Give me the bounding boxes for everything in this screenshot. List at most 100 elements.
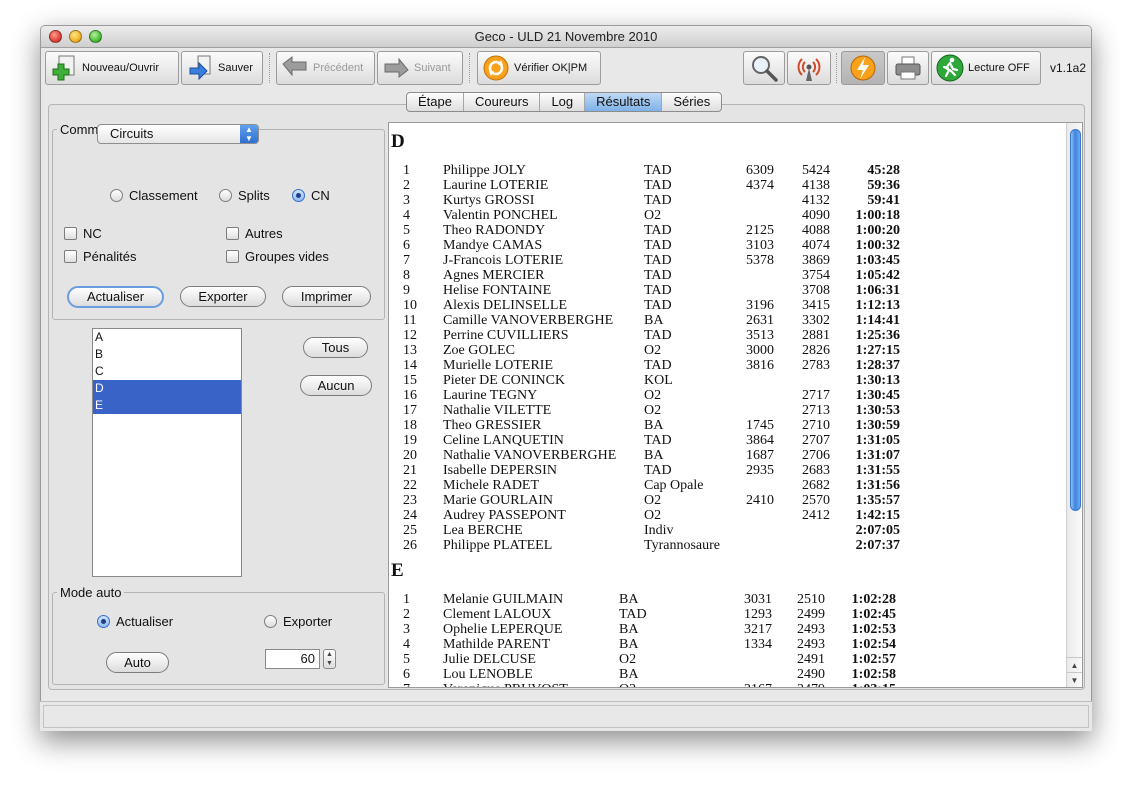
- result-club: Cap Opale: [644, 478, 704, 493]
- result-club: TAD: [644, 463, 672, 478]
- result-runner-name: Mathilde PARENT: [443, 637, 551, 652]
- radio-cn[interactable]: CN: [292, 188, 330, 203]
- search-button[interactable]: [743, 51, 785, 85]
- print-button[interactable]: [887, 51, 929, 85]
- result-row: 6 Mandye CAMAS TAD 3103 4074 1:00:32: [389, 238, 1069, 253]
- antenna-button[interactable]: [787, 51, 831, 85]
- result-runner-name: J-Francois LOTERIE: [443, 253, 564, 268]
- interval-stepper[interactable]: ▲ ▼: [323, 649, 336, 669]
- course-list[interactable]: A B C D E: [92, 328, 242, 577]
- interval-input[interactable]: 60: [265, 649, 320, 669]
- tab-coureurs[interactable]: Coureurs: [464, 93, 541, 111]
- print-results-button[interactable]: Imprimer: [282, 286, 371, 307]
- previous-button[interactable]: Précédent: [276, 51, 375, 85]
- reading-toggle-button[interactable]: Lecture OFF: [931, 51, 1041, 85]
- save-button[interactable]: Sauver: [181, 51, 263, 85]
- list-item[interactable]: A: [93, 329, 241, 346]
- result-points: 4088: [802, 223, 830, 238]
- result-points-old: 3864: [746, 433, 774, 448]
- result-points: 2570: [802, 493, 830, 508]
- results-view[interactable]: D 1 Philippe JOLY TAD 6309 5424 45:28 2 Laurine …: [388, 122, 1083, 688]
- list-item[interactable]: C: [93, 363, 241, 380]
- result-runner-name: Perrine CUVILLIERS: [443, 328, 569, 343]
- status-bar-field: [43, 705, 1089, 728]
- scrollbar-thumb[interactable]: [1070, 129, 1081, 511]
- list-item[interactable]: B: [93, 346, 241, 363]
- tab-series[interactable]: Séries: [662, 93, 721, 111]
- result-club: O2: [644, 343, 662, 358]
- checkbox-autres[interactable]: Autres: [226, 226, 283, 241]
- result-points: 4132: [802, 193, 830, 208]
- tab-log[interactable]: Log: [540, 93, 586, 111]
- result-club: TAD: [644, 268, 672, 283]
- vertical-scrollbar[interactable]: ▲ ▼: [1066, 123, 1082, 687]
- new-open-button[interactable]: Nouveau/Ouvrir: [45, 51, 179, 85]
- result-points-old: 3000: [746, 343, 774, 358]
- result-time: 1:30:45: [855, 388, 900, 403]
- checkbox-nc[interactable]: NC: [64, 226, 102, 241]
- select-none-button[interactable]: Aucun: [300, 375, 372, 396]
- scroll-down-icon[interactable]: ▼: [1067, 672, 1082, 687]
- result-runner-name: Philippe PLATEEL: [443, 538, 553, 553]
- result-points: 2881: [802, 328, 830, 343]
- result-points: 3302: [802, 313, 830, 328]
- result-rank: 21: [403, 463, 417, 478]
- result-runner-name: Kurtys GROSSI: [443, 193, 535, 208]
- result-time: 1:00:20: [855, 223, 900, 238]
- radio-auto-refresh[interactable]: Actualiser: [97, 614, 173, 629]
- result-row: 21 Isabelle DEPERSIN TAD 2935 2683 1:31:55: [389, 463, 1069, 478]
- result-row: 3 Kurtys GROSSI TAD 4132 59:41: [389, 193, 1069, 208]
- new-open-label: Nouveau/Ouvrir: [82, 62, 160, 74]
- minimize-window-button[interactable]: [69, 30, 82, 43]
- radio-splits[interactable]: Splits: [219, 188, 270, 203]
- result-points: 2713: [802, 403, 830, 418]
- select-all-button[interactable]: Tous: [303, 337, 368, 358]
- result-points-old: 2167: [744, 682, 772, 687]
- list-item-selected[interactable]: D: [93, 380, 241, 397]
- checkbox-autres-label: Autres: [245, 226, 283, 241]
- result-row: 16 Laurine TEGNY O2 2717 1:30:45: [389, 388, 1069, 403]
- result-rank: 8: [403, 268, 410, 283]
- result-rank: 19: [403, 433, 417, 448]
- tab-etape[interactable]: Étape: [407, 93, 464, 111]
- result-club: O2: [644, 493, 662, 508]
- result-row: 23 Marie GOURLAIN O2 2410 2570 1:35:57: [389, 493, 1069, 508]
- result-club: BA: [644, 448, 664, 463]
- checkbox-groupes-vides[interactable]: Groupes vides: [226, 249, 329, 264]
- list-item-selected[interactable]: E: [93, 397, 241, 414]
- result-points: 4074: [802, 238, 830, 253]
- result-rank: 7: [403, 253, 410, 268]
- result-runner-name: Philippe JOLY: [443, 163, 526, 178]
- checkbox-penalites[interactable]: Pénalités: [64, 249, 136, 264]
- next-button[interactable]: Suivant: [377, 51, 463, 85]
- result-points: 2491: [797, 652, 825, 667]
- auto-button[interactable]: Auto: [106, 652, 169, 673]
- close-window-button[interactable]: [49, 30, 62, 43]
- result-row: 19 Celine LANQUETIN TAD 3864 2707 1:31:05: [389, 433, 1069, 448]
- result-row: 3 Ophelie LEPERQUE BA 3217 2493 1:02:53: [389, 622, 1069, 637]
- lightning-button[interactable]: [841, 51, 885, 85]
- course-heading: D: [391, 131, 405, 152]
- result-points: 3708: [802, 283, 830, 298]
- course-type-select[interactable]: Circuits ▲ ▼: [97, 124, 259, 144]
- result-rank: 14: [403, 358, 417, 373]
- status-bar: [40, 701, 1092, 731]
- result-points-old: 3031: [744, 592, 772, 607]
- radio-classement[interactable]: Classement: [110, 188, 198, 203]
- result-runner-name: Julie DELCUSE: [443, 652, 536, 667]
- scroll-up-icon[interactable]: ▲: [1067, 657, 1082, 672]
- result-runner-name: Valentin PONCHEL: [443, 208, 558, 223]
- zoom-window-button[interactable]: [89, 30, 102, 43]
- refresh-button[interactable]: Actualiser: [67, 286, 164, 308]
- result-runner-name: Audrey PASSEPONT: [443, 508, 566, 523]
- export-button[interactable]: Exporter: [180, 286, 266, 307]
- radio-auto-export[interactable]: Exporter: [264, 614, 332, 629]
- verify-button[interactable]: Vérifier OK|PM: [477, 51, 601, 85]
- result-points-old: 2125: [746, 223, 774, 238]
- tab-resultats[interactable]: Résultats: [585, 93, 663, 111]
- result-points: 2826: [802, 343, 830, 358]
- result-rank: 3: [403, 622, 410, 637]
- result-points-old: 2410: [746, 493, 774, 508]
- result-points: 2510: [797, 592, 825, 607]
- result-rank: 5: [403, 652, 410, 667]
